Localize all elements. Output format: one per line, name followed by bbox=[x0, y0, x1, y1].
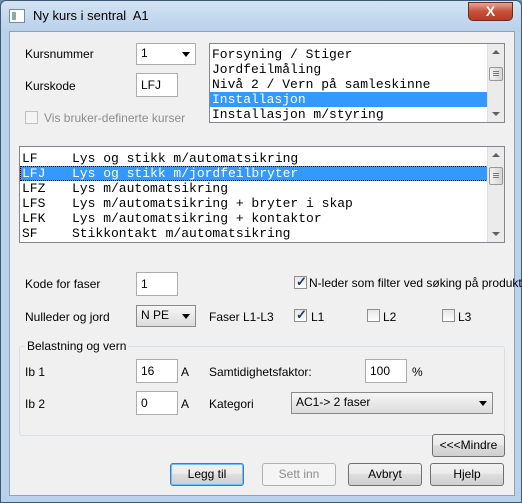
kategori-select[interactable]: AC1-> 2 faser bbox=[291, 392, 493, 414]
kategori-value: AC1-> 2 faser bbox=[296, 395, 371, 409]
category-item-selected[interactable]: Installasjon bbox=[210, 92, 504, 107]
nleder-filter-checkbox[interactable] bbox=[294, 274, 307, 290]
ib2-label: Ib 2 bbox=[25, 397, 46, 411]
circuit-listbox[interactable]: LF Lys og stikk m/automatsikring LFJ Lys o… bbox=[19, 146, 505, 243]
ib1-label: Ib 1 bbox=[25, 365, 46, 379]
category-item[interactable]: Jordfeilmåling bbox=[210, 62, 504, 77]
nulleder-value: N PE bbox=[141, 308, 170, 322]
scroll-up-icon[interactable] bbox=[488, 44, 504, 60]
circuit-row[interactable]: LFZ Lys m/automatsikring bbox=[20, 181, 504, 196]
circuit-desc: Lys m/automatsikring + kontaktor bbox=[72, 211, 322, 226]
circuit-code: LF bbox=[22, 151, 38, 166]
l3-label: L3 bbox=[458, 310, 472, 324]
kategori-label: Kategori bbox=[209, 397, 254, 411]
vis-bruker-label: Vis bruker-definerte kurser bbox=[44, 111, 186, 125]
ib1-unit: A bbox=[181, 365, 190, 379]
circuit-row[interactable]: LFS Lys m/automatsikring + bryter i skap bbox=[20, 196, 504, 211]
circuit-row[interactable]: LFK Lys m/automatsikring + kontaktor bbox=[20, 211, 504, 226]
circuit-row[interactable]: LF Lys og stikk m/automatsikring bbox=[20, 151, 504, 166]
circuit-scrollbar[interactable] bbox=[487, 147, 504, 242]
ib2-field[interactable]: 0 bbox=[136, 391, 178, 415]
circuit-code: SF bbox=[22, 226, 38, 241]
circuit-code: LFK bbox=[22, 211, 46, 226]
samtidighet-label: Samtidighetsfaktor: bbox=[209, 365, 312, 379]
samtidighet-unit: % bbox=[412, 365, 423, 379]
nleder-filter-label: N-leder som filter ved søking på produkt… bbox=[309, 276, 522, 290]
category-item[interactable]: Nivå 2 / Vern på samleskinne bbox=[210, 77, 504, 92]
window-title: Ny kurs i sentral A1 bbox=[33, 8, 149, 23]
category-item[interactable]: Installasjon m/styring bbox=[210, 107, 504, 122]
belastning-title: Belastning og vern bbox=[25, 339, 129, 353]
scroll-up-icon[interactable] bbox=[488, 147, 504, 163]
circuit-code: LFJ bbox=[22, 166, 46, 181]
hjelp-button[interactable]: Hjelp bbox=[430, 463, 504, 486]
avbryt-button[interactable]: Avbryt bbox=[348, 463, 422, 486]
app-icon bbox=[9, 9, 25, 23]
l3-checkbox[interactable] bbox=[442, 309, 455, 322]
belastning-groupbox bbox=[19, 346, 505, 436]
kurskode-field[interactable]: LFJ bbox=[136, 73, 178, 97]
circuit-desc: Lys m/automatsikring + bryter i skap bbox=[72, 196, 353, 211]
scroll-thumb[interactable] bbox=[489, 67, 503, 81]
ib1-field[interactable]: 16 bbox=[136, 359, 178, 383]
vis-bruker-checkbox[interactable] bbox=[25, 111, 38, 124]
mindre-button[interactable]: <<<Mindre bbox=[432, 434, 505, 457]
circuit-code: LFS bbox=[22, 196, 46, 211]
nulleder-label: Nulleder og jord bbox=[25, 310, 110, 324]
kursnummer-select[interactable]: 1 bbox=[136, 43, 196, 65]
kode-for-faser-label: Kode for faser bbox=[25, 277, 101, 291]
dialog-client-area: Kursnummer 1 Kurskode LFJ Vis bruker-def… bbox=[9, 31, 522, 496]
title-bar[interactable]: Ny kurs i sentral A1 X bbox=[1, 1, 521, 31]
circuit-desc: Stikkontakt m/automatsikring bbox=[72, 226, 291, 241]
l1-checkbox[interactable] bbox=[294, 307, 307, 323]
dialog-window: Ny kurs i sentral A1 X Kursnummer 1 Kurs… bbox=[0, 0, 522, 503]
circuit-code: LFZ bbox=[22, 181, 46, 196]
chevron-down-icon[interactable] bbox=[182, 314, 190, 319]
category-scrollbar[interactable] bbox=[487, 44, 504, 122]
legg-til-button[interactable]: Legg til bbox=[170, 463, 244, 486]
l1-label: L1 bbox=[311, 310, 325, 324]
samtidighet-field[interactable]: 100 bbox=[365, 359, 407, 383]
category-listbox[interactable]: Forsyning / Stiger Jordfeilmåling Nivå 2… bbox=[209, 43, 505, 123]
close-button[interactable]: X bbox=[468, 2, 513, 21]
scroll-down-icon[interactable] bbox=[488, 106, 504, 122]
circuit-desc: Lys m/automatsikring bbox=[72, 181, 229, 196]
chevron-down-icon[interactable] bbox=[182, 52, 190, 57]
scroll-down-icon[interactable] bbox=[488, 226, 504, 242]
nulleder-select[interactable]: N PE bbox=[136, 305, 196, 327]
kursnummer-value: 1 bbox=[141, 46, 148, 60]
circuit-row-selected[interactable]: LFJ Lys og stikk m/jordfeilbryter bbox=[20, 166, 504, 181]
circuit-desc: Lys og stikk m/automatsikring bbox=[72, 151, 299, 166]
kursnummer-label: Kursnummer bbox=[25, 47, 94, 61]
ib2-unit: A bbox=[181, 397, 190, 411]
l2-label: L2 bbox=[383, 310, 397, 324]
kode-for-faser-field[interactable]: 1 bbox=[136, 272, 178, 296]
circuit-desc: Lys og stikk m/jordfeilbryter bbox=[72, 166, 299, 181]
scroll-thumb[interactable] bbox=[489, 167, 503, 185]
sett-inn-button[interactable]: Sett inn bbox=[262, 463, 336, 486]
chevron-down-icon[interactable] bbox=[479, 401, 487, 406]
circuit-row[interactable]: SF Stikkontakt m/automatsikring bbox=[20, 226, 504, 241]
category-item[interactable]: Forsyning / Stiger bbox=[210, 47, 504, 62]
kurskode-label: Kurskode bbox=[25, 79, 76, 93]
l2-checkbox[interactable] bbox=[367, 309, 380, 322]
faser-label: Faser L1-L3 bbox=[209, 310, 274, 324]
